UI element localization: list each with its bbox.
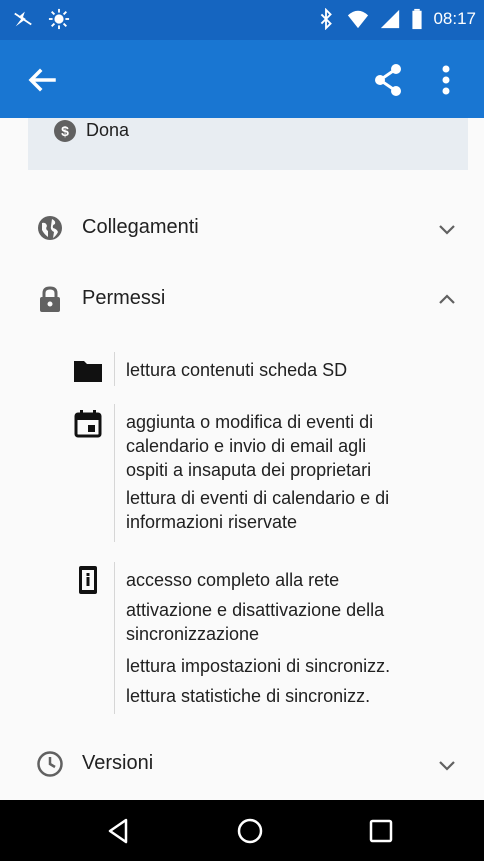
wifi-icon (348, 10, 369, 29)
donate-label: Dona (86, 120, 130, 140)
permission-text: lettura statistiche di sincronizz. (126, 686, 371, 706)
device-info-icon (79, 566, 97, 594)
app-bar (0, 40, 484, 118)
status-time: 08:17 (433, 9, 476, 28)
permission-divider (114, 404, 115, 542)
cell-signal-icon (381, 9, 400, 29)
donate-card[interactable]: $ Dona (28, 118, 468, 170)
globe-icon (38, 216, 62, 240)
permission-text: informazioni riservate (126, 512, 298, 532)
battery-icon (412, 8, 423, 30)
notification-icon (14, 11, 32, 27)
permission-divider (114, 562, 115, 714)
chevron-down-icon[interactable] (436, 218, 458, 240)
section-links-label: Collegamenti (82, 216, 199, 238)
nav-recents-icon[interactable] (364, 814, 398, 848)
navigation-bar (0, 800, 484, 861)
chevron-up-icon[interactable] (436, 289, 458, 311)
section-versions-label: Versioni (82, 752, 154, 774)
permission-text: ospiti a insaputa dei proprietari (126, 460, 372, 480)
permission-text: lettura contenuti scheda SD (126, 360, 348, 380)
more-vert-icon[interactable] (426, 60, 466, 100)
section-permissions[interactable]: Permessi (0, 273, 484, 325)
calendar-icon (74, 410, 102, 438)
dollar-coin-icon: $ (54, 120, 76, 142)
share-icon[interactable] (368, 60, 408, 100)
nav-back-icon[interactable] (102, 814, 136, 848)
section-permissions-label: Permessi (82, 287, 166, 309)
section-versions[interactable]: Versioni (0, 738, 484, 790)
bluetooth-icon (321, 8, 333, 30)
permission-divider (114, 352, 115, 386)
permission-text: sincronizzazione (126, 624, 260, 644)
chevron-down-icon[interactable] (436, 754, 458, 776)
permission-text: lettura impostazioni di sincronizz. (126, 656, 391, 676)
section-links[interactable]: Collegamenti (0, 202, 484, 254)
permission-text: aggiunta o modifica di eventi di (126, 412, 374, 432)
arrow-back-icon[interactable] (22, 60, 62, 100)
folder-icon (74, 361, 102, 382)
status-bar: 08:17 (0, 0, 484, 40)
clock-icon (37, 751, 63, 777)
permission-text: attivazione e disattivazione della (126, 600, 385, 620)
nav-home-icon[interactable] (233, 814, 267, 848)
lock-icon (40, 286, 60, 312)
permission-text: accesso completo alla rete (126, 570, 340, 590)
permission-text: lettura di eventi di calendario e di (126, 488, 390, 508)
permission-text: calendario e invio di email agli (126, 436, 367, 456)
brightness-icon (48, 8, 70, 30)
